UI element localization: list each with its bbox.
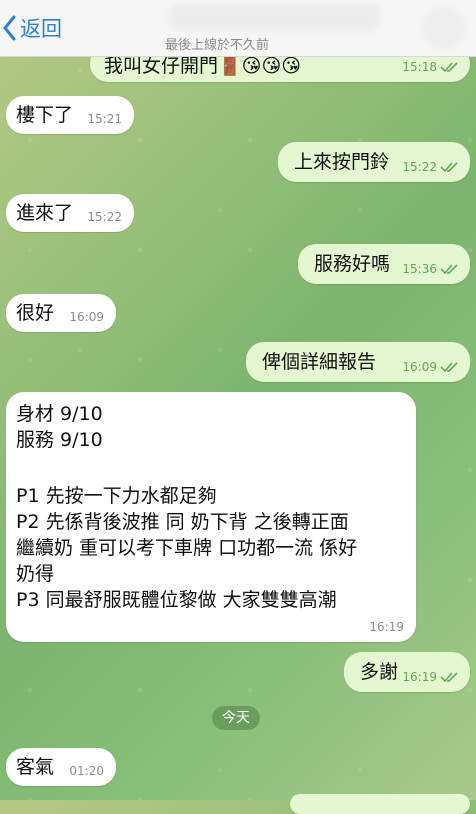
message-text: 樓下了 (16, 104, 74, 126)
chat-header: 返回 最後上線於不久前 (0, 0, 476, 57)
message-text: 進來了 (16, 202, 74, 224)
message-text: 多謝 (360, 661, 399, 683)
message-text: 服務好嗎 (314, 253, 391, 275)
message-bubble-incoming[interactable]: 進來了 15:22 (6, 194, 134, 232)
message-text: 俾個詳細報告 (262, 351, 377, 373)
double-check-icon (440, 161, 458, 173)
message-bubble-outgoing[interactable]: 服務好嗎 15:36 (298, 244, 470, 284)
message-text: 我叫女仔開門🚪😘😘😘 (104, 55, 302, 77)
message-bubble-incoming-report[interactable]: 身材 9/10 服務 9/10 P1 先按一下力水都足夠 P2 先係背後波推 同… (6, 392, 416, 642)
message-meta: 15:18 (402, 60, 458, 74)
message-time: 15:21 (87, 112, 122, 126)
message-time: 16:19 (369, 620, 404, 634)
chevron-left-icon (2, 15, 16, 41)
message-meta: 16:19 (369, 620, 404, 634)
last-seen-status: 最後上線於不久前 (165, 38, 270, 53)
report-line: P2 先係背後波推 同 奶下背 之後轉正面 (16, 511, 349, 533)
double-check-icon (440, 361, 458, 373)
report-line: 繼續奶 重可以考下車牌 口功都一流 係好 (16, 537, 358, 559)
message-bubble-outgoing-partial[interactable] (290, 794, 470, 814)
message-time: 15:22 (402, 160, 437, 174)
message-time: 15:18 (402, 60, 437, 74)
back-label: 返回 (20, 17, 62, 41)
date-separator: 今天 (212, 706, 260, 730)
report-line: P1 先按一下力水都足夠 (16, 485, 217, 507)
message-time: 16:19 (402, 670, 437, 684)
double-check-icon (440, 61, 458, 73)
message-time: 01:20 (69, 764, 104, 778)
message-meta: 15:22 (402, 160, 458, 174)
message-bubble-outgoing[interactable]: 俾個詳細報告 16:09 (246, 342, 470, 382)
message-time: 15:36 (402, 262, 437, 276)
message-meta: 16:19 (402, 670, 458, 684)
contact-name-redacted[interactable] (170, 4, 380, 30)
double-check-icon (440, 671, 458, 683)
report-line: P3 同最舒服既體位黎做 大家雙雙高潮 (16, 589, 337, 611)
message-meta: 01:20 (69, 764, 104, 778)
message-time: 16:09 (69, 310, 104, 324)
message-time: 16:09 (402, 360, 437, 374)
message-meta: 16:09 (69, 310, 104, 324)
back-button[interactable]: 返回 (0, 10, 62, 46)
message-bubble-incoming[interactable]: 很好 16:09 (6, 294, 116, 332)
message-text: 很好 (16, 302, 55, 324)
report-line: 奶得 (16, 563, 55, 585)
message-bubble-incoming[interactable]: 客氣 01:20 (6, 748, 116, 786)
message-bubble-incoming[interactable]: 樓下了 15:21 (6, 96, 134, 134)
message-meta: 15:36 (402, 262, 458, 276)
message-time: 15:22 (87, 210, 122, 224)
message-text: 上來按門鈴 (294, 151, 390, 173)
message-meta: 15:22 (87, 210, 122, 224)
message-meta: 15:21 (87, 112, 122, 126)
message-text: 客氣 (16, 756, 55, 778)
report-line: 身材 9/10 (16, 403, 103, 425)
double-check-icon (440, 263, 458, 275)
message-list: 我叫女仔開門🚪😘😘😘 15:18 樓下了 15:21 上來按門鈴 15:22 進… (0, 0, 476, 814)
message-meta: 16:09 (402, 360, 458, 374)
report-line: 服務 9/10 (16, 429, 103, 451)
avatar[interactable] (422, 6, 466, 50)
message-bubble-outgoing[interactable]: 多謝 16:19 (344, 652, 470, 692)
message-bubble-outgoing[interactable]: 上來按門鈴 15:22 (278, 142, 470, 182)
